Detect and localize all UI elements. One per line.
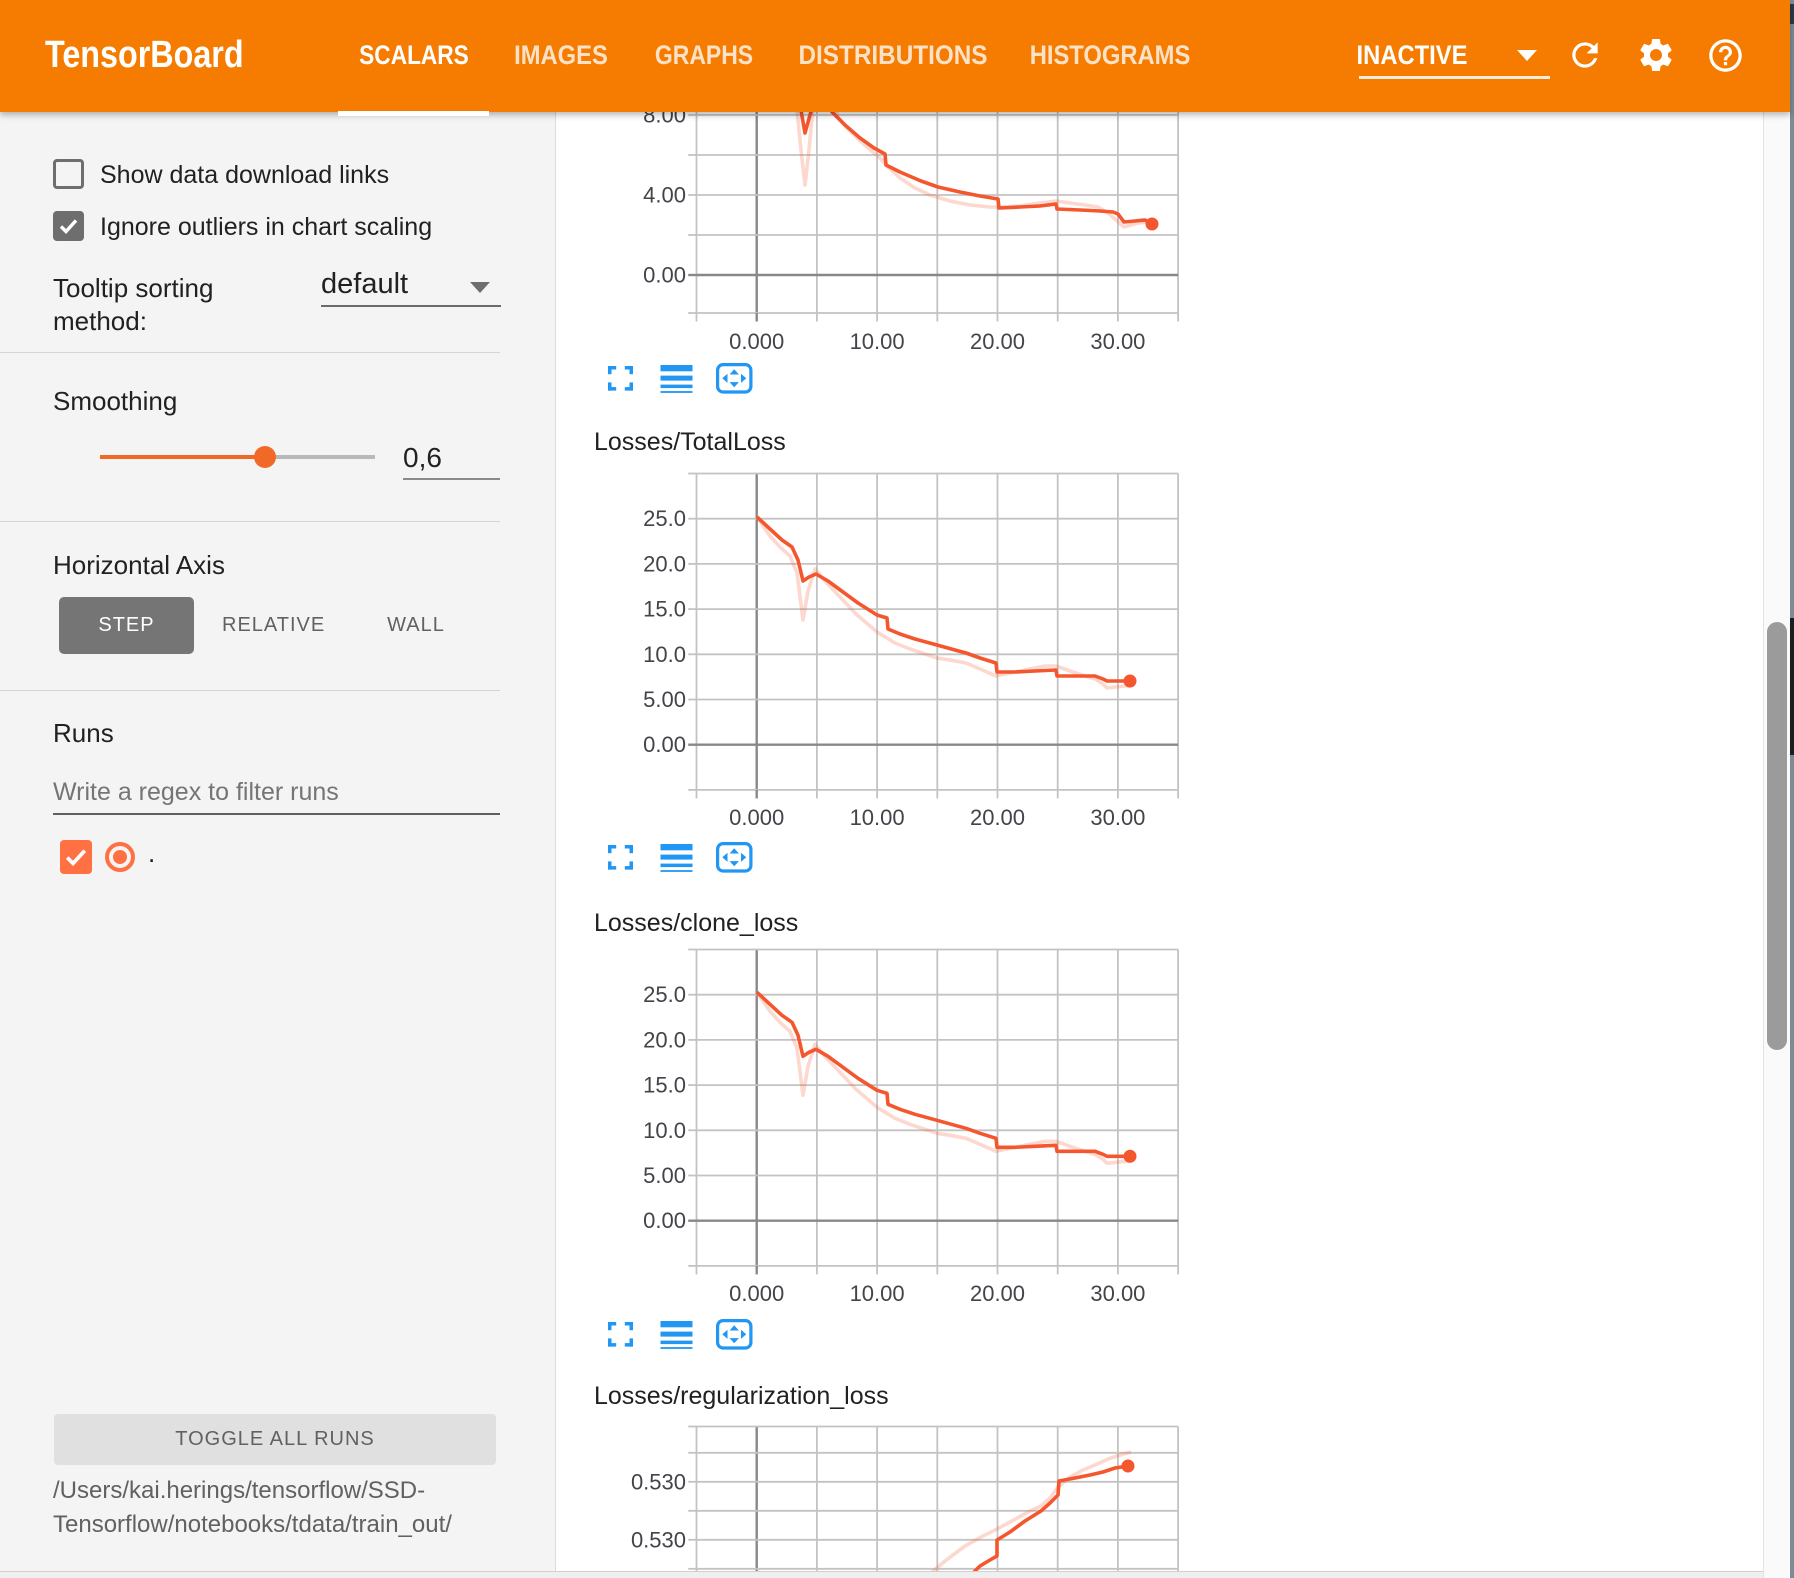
svg-text:Losses/clone_loss: Losses/clone_loss: [594, 909, 798, 937]
svg-text:10.00: 10.00: [850, 329, 905, 354]
svg-text:5.00: 5.00: [643, 1163, 686, 1188]
svg-text:0.00: 0.00: [643, 732, 686, 757]
svg-text:Losses/regularization_loss: Losses/regularization_loss: [594, 1382, 889, 1410]
svg-text:30.00: 30.00: [1090, 329, 1145, 354]
svg-text:0.530: 0.530: [631, 1469, 686, 1494]
svg-text:10.00: 10.00: [850, 1281, 905, 1306]
svg-text:20.00: 20.00: [970, 329, 1025, 354]
svg-text:20.00: 20.00: [970, 1281, 1025, 1306]
svg-text:0.530: 0.530: [631, 1527, 686, 1552]
svg-text:20.0: 20.0: [643, 1027, 686, 1052]
svg-text:15.0: 15.0: [643, 1073, 686, 1098]
svg-text:0.00: 0.00: [643, 1208, 686, 1233]
svg-text:0.000: 0.000: [729, 329, 784, 354]
svg-text:25.0: 25.0: [643, 982, 686, 1007]
svg-text:20.00: 20.00: [970, 805, 1025, 830]
svg-text:15.0: 15.0: [643, 597, 686, 622]
svg-text:0.000: 0.000: [729, 1281, 784, 1306]
svg-text:30.00: 30.00: [1090, 1281, 1145, 1306]
svg-text:0.000: 0.000: [729, 805, 784, 830]
svg-text:Losses/TotalLoss: Losses/TotalLoss: [594, 428, 786, 456]
svg-text:5.00: 5.00: [643, 687, 686, 712]
svg-text:0.00: 0.00: [643, 263, 686, 288]
svg-text:10.00: 10.00: [850, 805, 905, 830]
svg-text:10.0: 10.0: [643, 1118, 686, 1143]
svg-text:25.0: 25.0: [643, 506, 686, 531]
svg-text:10.0: 10.0: [643, 642, 686, 667]
svg-text:4.00: 4.00: [643, 183, 686, 208]
svg-text:20.0: 20.0: [643, 551, 686, 576]
svg-text:30.00: 30.00: [1090, 805, 1145, 830]
